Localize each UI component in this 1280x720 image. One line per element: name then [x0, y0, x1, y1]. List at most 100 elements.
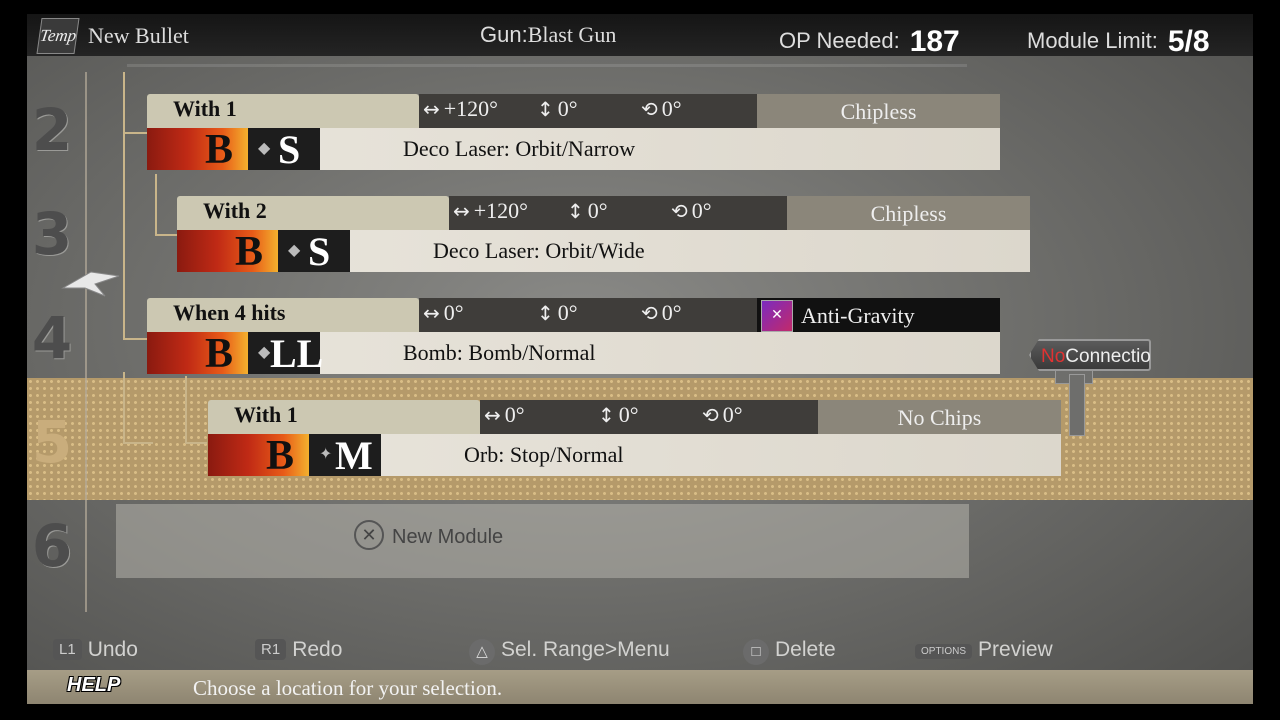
row-number: 5 — [31, 408, 73, 476]
horizontal-angle: 0° — [504, 402, 525, 427]
bullet-size-icon: ◆ S — [248, 127, 320, 172]
module-card-selected[interactable]: With 1 ↔ 0° ↕ 0° ⟲ 0° No Chips B ✦ M Orb: St… — [208, 400, 1061, 479]
rotation-icon: ⟲ — [671, 199, 688, 223]
module-card[interactable]: With 1 ↔ +120° ↕ 0° ⟲ 0° Chipless B ◆ S Deco… — [147, 94, 1000, 173]
delete-hint[interactable]: □ Delete — [743, 638, 836, 665]
no-connection-tag: NoConnection — [1029, 339, 1151, 371]
tree-line — [123, 338, 147, 340]
anti-gravity-chip-icon: ✕ — [761, 299, 793, 332]
gun-info: Gun:Blast Gun — [480, 22, 616, 48]
bullet-name: Orb: Stop/Normal — [464, 442, 624, 467]
vertical-angle-icon: ↕ — [537, 301, 554, 325]
horizontal-angle-icon: ↔ — [484, 403, 501, 427]
module-body[interactable]: B ✦ M Orb: Stop/Normal — [208, 433, 1061, 479]
bullet-size-icon: ◆ LL — [248, 331, 323, 376]
bullet-editor-screen: Temp New Bullet Gun:Blast Gun OP Needed:… — [27, 14, 1253, 704]
bullet-type-icon: B — [147, 331, 248, 377]
bullet-type-icon: B — [147, 127, 248, 173]
help-text: Choose a location for your selection. — [193, 676, 503, 700]
tree-line — [185, 376, 187, 442]
bullet-type: B — [235, 229, 264, 275]
preview-label: Preview — [978, 638, 1053, 661]
row-number: 3 — [31, 200, 73, 268]
horizontal-angle-icon: ↔ — [453, 199, 470, 223]
tree-line — [123, 442, 153, 444]
op-label: OP Needed: — [779, 28, 900, 53]
module-condition[interactable]: With 1 — [147, 94, 419, 128]
cross-button-icon: ✕ — [354, 520, 384, 550]
triangle-button-icon: △ — [469, 639, 495, 665]
module-angles[interactable]: ↔ 0° ↕ 0° ⟲ 0° — [419, 298, 757, 332]
limit-value: 5/8 — [1167, 25, 1210, 58]
module-body[interactable]: B ◆ S Deco Laser: Orbit/Narrow — [147, 127, 1000, 173]
bullet-name: New Bullet — [88, 23, 189, 48]
new-module-label: New Module — [392, 526, 504, 548]
rotation-angle: 0° — [661, 96, 682, 121]
module-condition[interactable]: With 1 — [208, 400, 480, 434]
horizontal-angle-icon: ↔ — [423, 97, 440, 121]
row-number: 2 — [31, 96, 73, 164]
select-range-label: Sel. Range>Menu — [501, 638, 670, 661]
new-module-slot[interactable]: ✕ New Module — [116, 504, 969, 578]
no-label: No — [1041, 346, 1066, 367]
undo-hint[interactable]: L1 Undo — [53, 638, 138, 662]
help-bar: HELP Choose a location for your selectio… — [27, 670, 1253, 704]
module-body[interactable]: B ◆ LL Bomb: Bomb/Normal — [147, 331, 1000, 377]
bullet-size: S — [308, 229, 331, 274]
horizontal-angle-icon: ↔ — [423, 301, 440, 325]
bullet-type-icon: B — [208, 433, 309, 479]
module-chip[interactable]: No Chips — [818, 400, 1061, 434]
module-chip[interactable]: ✕ Anti-Gravity — [757, 298, 1000, 332]
bullet-type: B — [205, 331, 234, 377]
module-angles[interactable]: ↔ +120° ↕ 0° ⟲ 0° — [419, 94, 757, 128]
vertical-angle-icon: ↕ — [537, 97, 554, 121]
options-key-icon: OPTIONS — [915, 644, 973, 659]
undo-label: Undo — [87, 638, 138, 661]
row-number: 4 — [31, 304, 73, 372]
r1-key-icon: R1 — [255, 639, 287, 660]
bullet-size: M — [335, 433, 373, 478]
module-card[interactable]: With 2 ↔ +120° ↕ 0° ⟲ 0° Chipless B ◆ S Deco… — [177, 196, 1030, 275]
bullet-type-icon: B — [177, 229, 278, 275]
horizontal-angle: +120° — [443, 96, 498, 121]
bullet-size-icon: ◆ S — [278, 229, 350, 274]
preview-hint[interactable]: OPTIONS Preview — [915, 638, 1053, 662]
rotation-icon: ⟲ — [641, 97, 658, 121]
horizontal-angle: 0° — [443, 300, 464, 325]
connection-label: Connection — [1065, 346, 1162, 367]
module-chip[interactable]: Chipless — [787, 196, 1030, 230]
vertical-angle: 0° — [557, 96, 578, 121]
bullet-size: S — [278, 127, 301, 172]
delete-label: Delete — [775, 638, 836, 661]
rotation-angle: 0° — [722, 402, 743, 427]
module-chip[interactable]: Chipless — [757, 94, 1000, 128]
module-angles[interactable]: ↔ 0° ↕ 0° ⟲ 0° — [480, 400, 818, 434]
rotation-angle: 0° — [691, 198, 712, 223]
rotation-angle: 0° — [661, 300, 682, 325]
op-value: 187 — [909, 25, 960, 58]
vertical-angle-icon: ↕ — [567, 199, 584, 223]
vertical-angle: 0° — [557, 300, 578, 325]
redo-hint[interactable]: R1 Redo — [255, 638, 342, 662]
tree-line — [123, 372, 125, 442]
horizontal-angle: +120° — [473, 198, 528, 223]
tree-line — [123, 142, 125, 338]
module-angles[interactable]: ↔ +120° ↕ 0° ⟲ 0° — [449, 196, 787, 230]
op-needed: OP Needed: 187 — [779, 22, 960, 58]
cursor-icon — [61, 271, 120, 297]
bullet-name: Deco Laser: Orbit/Wide — [433, 238, 645, 263]
limit-label: Module Limit: — [1027, 28, 1158, 53]
row-number: 6 — [31, 512, 73, 580]
module-card[interactable]: When 4 hits ↔ 0° ↕ 0° ⟲ 0° ✕ Anti-Gravity B … — [147, 298, 1000, 377]
tree-guide-line — [85, 72, 87, 612]
tree-line — [155, 234, 177, 236]
tree-line — [185, 442, 207, 444]
top-bar: Temp New Bullet Gun:Blast Gun OP Needed:… — [27, 14, 1253, 58]
rotation-icon: ⟲ — [641, 301, 658, 325]
select-range-hint[interactable]: △ Sel. Range>Menu — [469, 638, 670, 665]
module-condition[interactable]: When 4 hits — [147, 298, 419, 332]
module-body[interactable]: B ◆ S Deco Laser: Orbit/Wide — [177, 229, 1030, 275]
square-button-icon: □ — [743, 639, 769, 665]
divider — [127, 64, 967, 67]
module-condition[interactable]: With 2 — [177, 196, 449, 230]
